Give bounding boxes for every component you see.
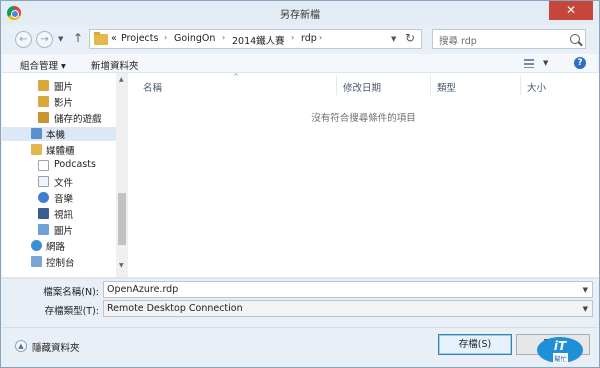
view-options-icon[interactable] xyxy=(524,59,534,68)
pictures-library-icon xyxy=(38,224,49,235)
network-icon xyxy=(31,240,42,251)
breadcrumb-2014[interactable]: 2014鐵人賽 xyxy=(232,33,285,47)
save-button[interactable]: 存檔(S) xyxy=(438,334,512,355)
footer-divider xyxy=(2,327,598,328)
filetype-label: 存檔類型(T): xyxy=(44,306,99,317)
refresh-icon[interactable]: ↻ xyxy=(405,31,415,45)
breadcrumb-overflow[interactable]: « xyxy=(111,33,117,44)
filename-input[interactable]: OpenAzure.rdp ▼ xyxy=(103,281,593,298)
search-input[interactable]: 搜尋 rdp xyxy=(432,29,586,49)
title-bar: 另存新檔 ✕ xyxy=(1,1,599,25)
sidebar-item-label: 圖片 xyxy=(54,226,74,237)
breadcrumb-chevron-icon[interactable]: › xyxy=(164,33,167,42)
scroll-down-icon[interactable]: ▼ xyxy=(119,262,124,269)
column-divider[interactable] xyxy=(336,75,337,95)
file-list: ^ 名稱 修改日期 類型 大小 沒有符合搜尋條件的項目 xyxy=(128,73,599,277)
window-title: 另存新檔 xyxy=(280,10,320,21)
filetype-select[interactable]: Remote Desktop Connection ▼ xyxy=(103,300,593,317)
sidebar-item-libraries[interactable]: 媒體櫃 xyxy=(2,143,116,157)
column-header-type[interactable]: 類型 xyxy=(437,80,456,94)
empty-folder-message: 沒有符合搜尋條件的項目 xyxy=(311,113,416,124)
sidebar-item-video-library[interactable]: 視訊 xyxy=(2,207,116,221)
recent-locations-dropdown-icon[interactable]: ▼ xyxy=(58,35,63,43)
sidebar-item-label: 文件 xyxy=(54,178,74,189)
hide-folders-button[interactable]: 隱藏資料夾 xyxy=(32,340,80,354)
help-icon[interactable]: ? xyxy=(574,57,586,69)
sidebar-item-pictures[interactable]: 圖片 xyxy=(2,79,116,93)
new-folder-button[interactable]: 新增資料夾 xyxy=(91,58,139,72)
up-folder-icon[interactable]: ↑ xyxy=(73,31,83,45)
documents-icon xyxy=(38,176,49,187)
search-icon xyxy=(570,34,580,44)
sidebar-item-label: 視訊 xyxy=(54,210,74,221)
libraries-icon xyxy=(31,144,42,155)
column-divider[interactable] xyxy=(430,75,431,95)
sidebar-item-documents[interactable]: 文件 xyxy=(2,175,116,189)
scroll-up-icon[interactable]: ▲ xyxy=(119,76,124,83)
pane-splitter[interactable] xyxy=(2,277,598,279)
sidebar-item-label: 圖片 xyxy=(54,82,74,93)
sidebar-item-pictures-library[interactable]: 圖片 xyxy=(2,223,116,237)
filename-dropdown-icon[interactable]: ▼ xyxy=(583,286,588,294)
ithelp-watermark-logo: iT 幫忙 xyxy=(537,337,583,363)
sidebar-item-label: 媒體櫃 xyxy=(46,146,75,157)
sidebar-item-label: 網路 xyxy=(46,242,66,253)
sidebar-item-network[interactable]: 網路 xyxy=(2,239,116,253)
watermark-sub-text: 幫忙 xyxy=(553,353,568,363)
filename-value: OpenAzure.rdp xyxy=(107,284,179,295)
filetype-value: Remote Desktop Connection xyxy=(107,303,243,314)
back-arrow-icon: ← xyxy=(19,34,28,45)
forward-arrow-icon: → xyxy=(40,34,49,45)
sidebar-item-label: 音樂 xyxy=(54,194,74,205)
sidebar-item-saved-games[interactable]: 儲存的遊戲 xyxy=(2,111,116,125)
music-icon xyxy=(38,192,49,203)
back-button[interactable]: ← xyxy=(15,31,32,48)
sidebar-item-control-panel[interactable]: 控制台 xyxy=(2,255,116,269)
videos-icon xyxy=(38,96,49,107)
computer-icon xyxy=(31,128,42,139)
sidebar-item-label: 儲存的遊戲 xyxy=(54,114,102,125)
navigation-pane: 圖片 影片 儲存的遊戲 本機 媒體櫃 Podcasts 文件 音樂 視訊 圖片 … xyxy=(2,73,128,277)
breadcrumb-chevron-icon[interactable]: › xyxy=(222,33,225,42)
control-panel-icon xyxy=(31,256,42,267)
filetype-dropdown-icon[interactable]: ▼ xyxy=(583,305,588,313)
close-button[interactable]: ✕ xyxy=(549,1,593,20)
sort-ascending-icon: ^ xyxy=(233,73,239,81)
breadcrumb-chevron-icon[interactable]: › xyxy=(291,33,294,42)
sidebar-item-label: 影片 xyxy=(54,98,74,109)
sidebar-item-label: 控制台 xyxy=(46,258,75,269)
sidebar-item-label: Podcasts xyxy=(54,159,96,170)
navigation-scrollbar[interactable]: ▲ ▼ xyxy=(116,73,128,277)
breadcrumb-chevron-icon[interactable]: › xyxy=(319,33,322,42)
sidebar-item-videos[interactable]: 影片 xyxy=(2,95,116,109)
saved-games-icon xyxy=(38,112,49,123)
column-divider[interactable] xyxy=(520,75,521,95)
sidebar-item-music[interactable]: 音樂 xyxy=(2,191,116,205)
breadcrumb-rdp[interactable]: rdp xyxy=(301,33,317,44)
save-as-dialog: 另存新檔 ✕ ← → ▼ ↑ « Projects › GoingOn › 20… xyxy=(0,0,600,368)
search-placeholder: 搜尋 rdp xyxy=(439,36,477,47)
sidebar-item-this-pc[interactable]: 本機 xyxy=(2,127,116,141)
address-dropdown-icon[interactable]: ▼ xyxy=(391,35,396,43)
video-library-icon xyxy=(38,208,49,219)
filename-label: 檔案名稱(N): xyxy=(43,287,99,298)
breadcrumb-goingon[interactable]: GoingOn xyxy=(174,33,215,44)
folder-icon xyxy=(94,32,108,45)
column-header-name[interactable]: 名稱 xyxy=(143,80,162,94)
pictures-icon xyxy=(38,80,49,91)
sidebar-item-podcasts[interactable]: Podcasts xyxy=(2,159,116,173)
command-toolbar: 組合管理 ▾ 新增資料夾 ▼ ? xyxy=(2,54,598,73)
chevron-up-icon[interactable]: ▲ xyxy=(15,340,27,352)
scrollbar-thumb[interactable] xyxy=(118,193,126,245)
column-header-size[interactable]: 大小 xyxy=(527,80,546,94)
organize-button[interactable]: 組合管理 ▾ xyxy=(20,58,66,72)
breadcrumb-projects[interactable]: Projects xyxy=(121,33,158,44)
view-dropdown-icon[interactable]: ▼ xyxy=(543,59,548,67)
address-bar[interactable]: « Projects › GoingOn › 2014鐵人賽 › rdp › xyxy=(89,29,422,49)
podcasts-icon xyxy=(38,160,49,171)
sidebar-item-label: 本機 xyxy=(46,130,66,141)
forward-button[interactable]: → xyxy=(36,31,53,48)
column-header-date-modified[interactable]: 修改日期 xyxy=(343,80,381,94)
